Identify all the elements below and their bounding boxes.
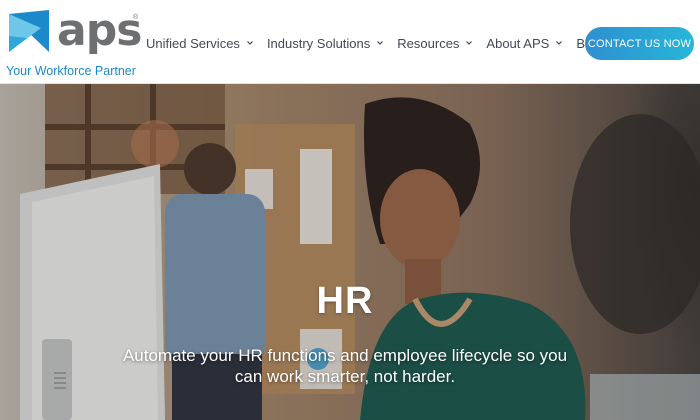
registered-mark: ® (133, 14, 139, 21)
site-header: aps ® Your Workforce Partner Unified Ser… (0, 0, 700, 84)
hero-subtitle: Automate your HR functions and employee … (122, 346, 568, 386)
hero-title: HR (316, 280, 374, 322)
nav-item-about-aps[interactable]: About APS (486, 36, 563, 51)
nav-item-unified-services[interactable]: Unified Services (146, 36, 254, 51)
aps-logo[interactable]: aps ® Your Workforce Partner (5, 5, 145, 80)
chevron-down-icon (556, 41, 563, 45)
contact-us-button[interactable]: CONTACT US NOW (585, 27, 694, 60)
nav-item-label: About APS (486, 35, 550, 51)
nav-item-industry-solutions[interactable]: Industry Solutions (267, 36, 384, 51)
nav-item-label: Unified Services (146, 35, 240, 51)
aps-logo-mark-icon (9, 10, 49, 52)
main-nav: Unified Services Industry Solutions Reso… (146, 33, 602, 53)
nav-item-label: Resources (397, 35, 460, 51)
hero-banner: HR Automate your HR functions and employ… (0, 84, 700, 420)
nav-item-label: Industry Solutions (266, 35, 371, 51)
chevron-down-icon (466, 41, 473, 45)
chevron-down-icon (247, 41, 253, 45)
nav-item-resources[interactable]: Resources (397, 36, 473, 51)
aps-wordmark: aps (57, 5, 142, 56)
chevron-down-icon (377, 41, 384, 45)
brand-tagline: Your Workforce Partner (6, 64, 136, 78)
